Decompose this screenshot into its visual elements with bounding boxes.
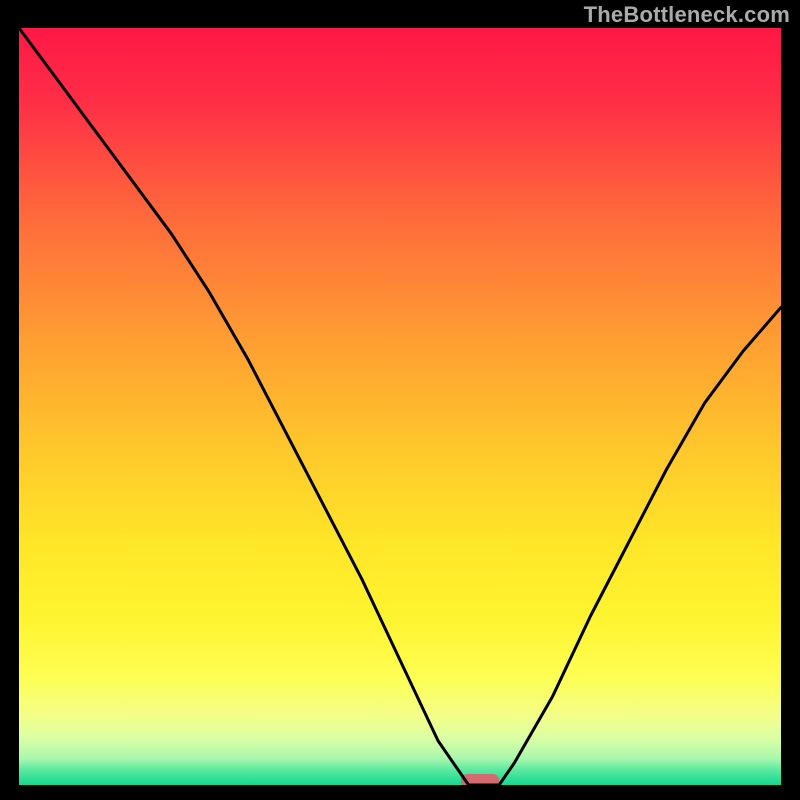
watermark-text: TheBottleneck.com	[584, 2, 790, 28]
chart-background	[19, 28, 781, 785]
chart-frame: TheBottleneck.com	[0, 0, 800, 800]
bottleneck-chart	[19, 28, 781, 785]
